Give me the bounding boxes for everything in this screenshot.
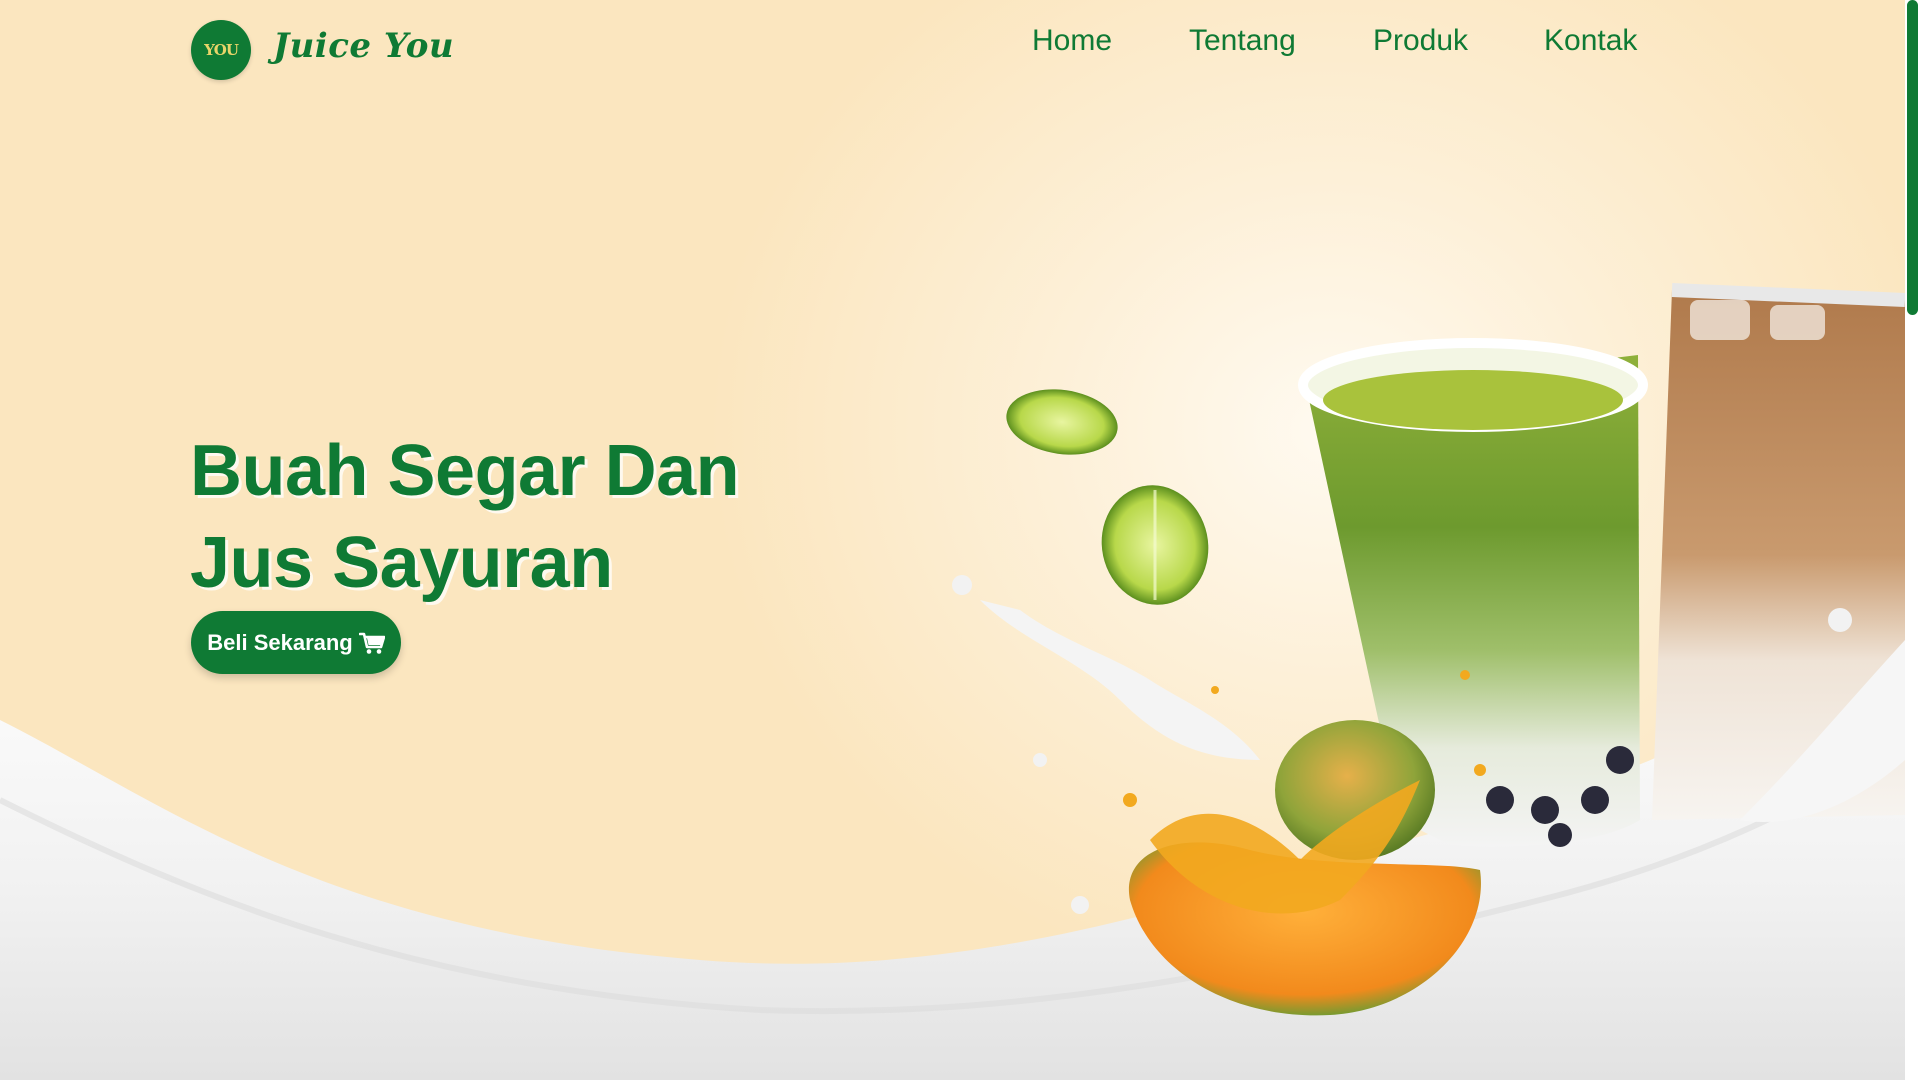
nav-item-tentang[interactable]: Tentang xyxy=(1189,24,1296,58)
brand-name[interactable]: Juice You xyxy=(273,26,454,66)
landing-page: YOU Juice You Home Tentang Produk Kontak… xyxy=(0,0,1920,1080)
nav-item-produk[interactable]: Produk xyxy=(1373,24,1468,58)
nav-item-kontak[interactable]: Kontak xyxy=(1544,24,1637,58)
navbar: YOU Juice You Home Tentang Produk Kontak xyxy=(0,0,1905,100)
hero-title-line-1: Buah Segar Dan xyxy=(190,431,740,511)
buy-now-button[interactable]: Beli Sekarang xyxy=(191,611,401,674)
buy-now-label: Beli Sekarang xyxy=(207,629,353,655)
nav-item-home[interactable]: Home xyxy=(1032,24,1112,58)
hero-title: Buah Segar Dan Jus Sayuran xyxy=(190,425,740,609)
logo-text: YOU xyxy=(204,41,239,59)
scrollbar-thumb[interactable] xyxy=(1907,0,1918,315)
logo[interactable]: YOU xyxy=(191,20,251,80)
hero-title-line-2: Jus Sayuran xyxy=(190,523,613,603)
cart-icon xyxy=(358,632,385,654)
